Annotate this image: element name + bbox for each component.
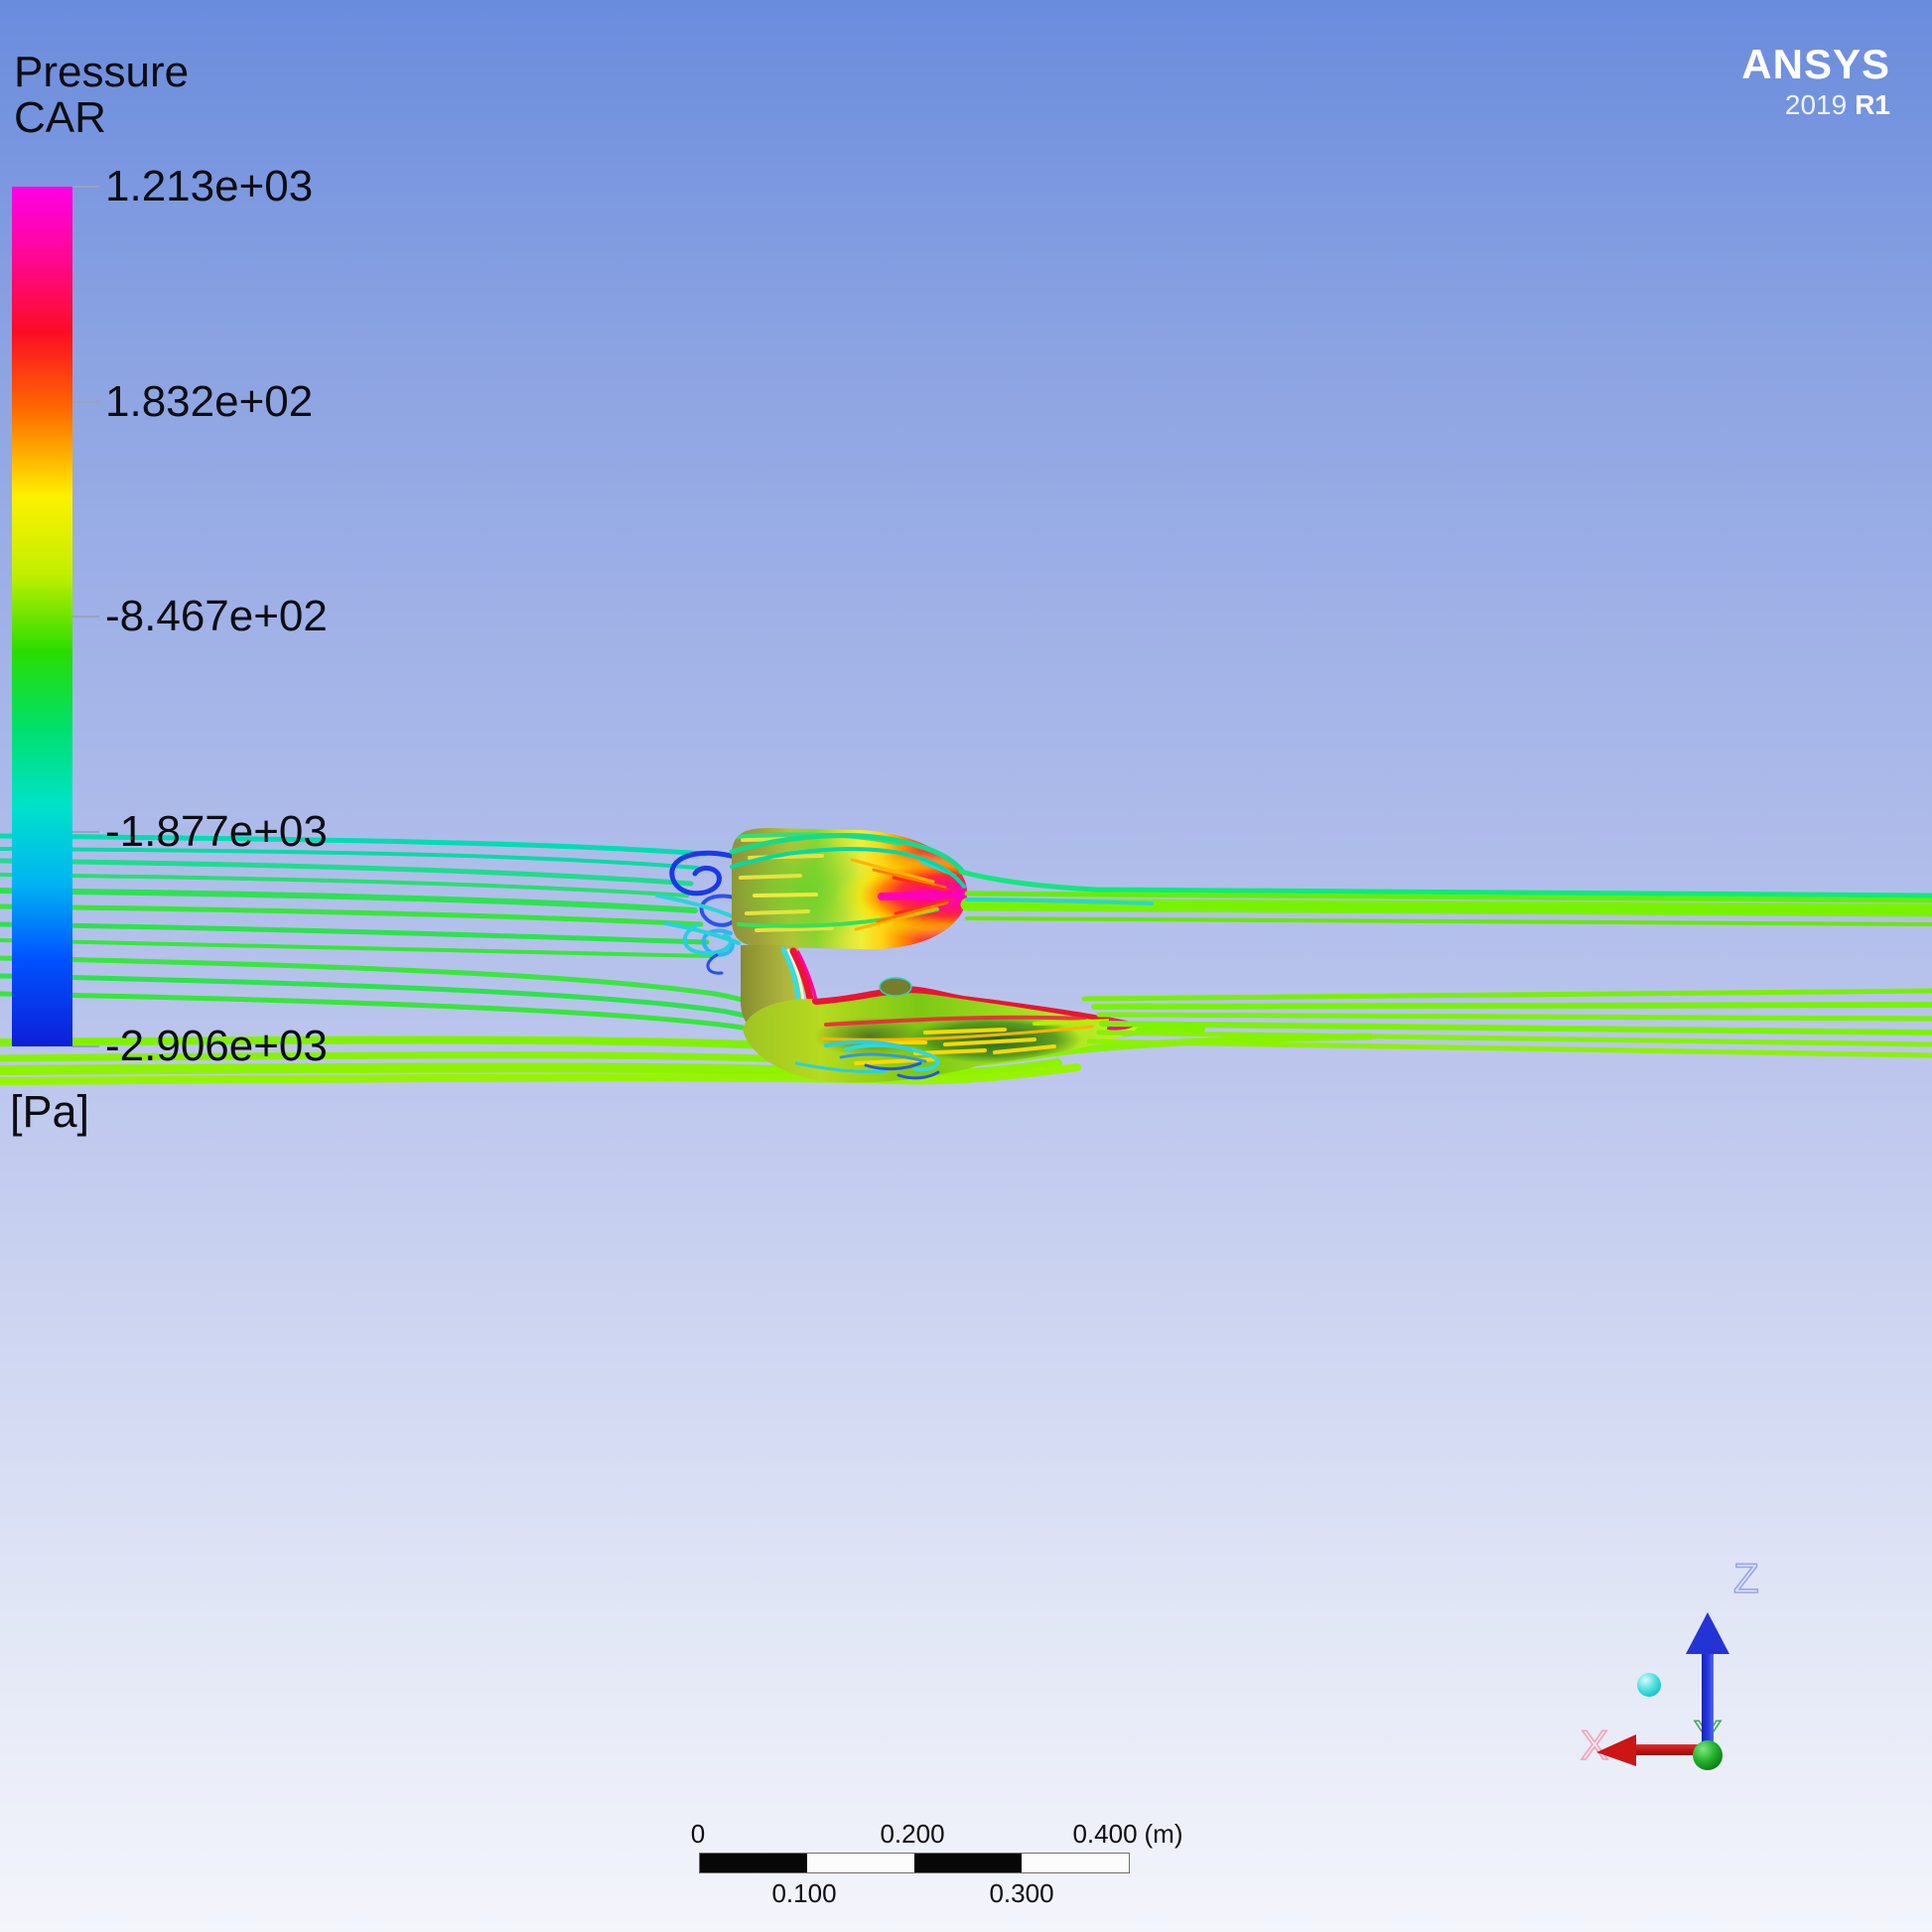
tick-label: -2.906e+03	[105, 1022, 328, 1071]
ansys-wordmark: ANSYS	[1741, 44, 1890, 85]
ansys-3d-viewport[interactable]: Z X Y Pressure CAR 1.213e+03 1.832e+02 -8.…	[0, 0, 1932, 1932]
tick-mark	[72, 616, 99, 618]
axis-z-arrowhead	[1686, 1612, 1729, 1654]
tick-label: 1.832e+02	[105, 377, 313, 427]
ruler-label: 0.200	[880, 1819, 944, 1850]
tick-mark	[72, 831, 99, 833]
ruler-segment	[914, 1854, 1022, 1872]
tick-mark	[72, 186, 99, 188]
ruler-label: 0.100	[771, 1878, 836, 1909]
streak	[757, 928, 832, 930]
streamline	[967, 918, 1932, 924]
ruler-label: 0.400	[1072, 1819, 1137, 1850]
streamline	[1102, 1024, 1932, 1033]
mirror-dome	[880, 978, 911, 996]
pressure-legend: Pressure CAR 1.213e+03 1.832e+02 -8.467e+0…	[0, 0, 417, 1172]
streamline	[967, 904, 1932, 910]
tick-label: -8.467e+02	[105, 592, 328, 641]
car-upper-body	[723, 828, 1068, 949]
tick-label: -1.877e+03	[105, 807, 328, 857]
axis-reference-sphere	[1637, 1673, 1661, 1697]
version-release: R1	[1855, 89, 1890, 120]
ruler-segment	[1022, 1854, 1129, 1872]
streak	[747, 911, 808, 913]
streak	[741, 876, 800, 878]
ansys-version: 2019 R1	[1741, 89, 1890, 121]
streamline	[961, 872, 1932, 896]
legend-title: Pressure	[14, 50, 189, 95]
streamline	[1084, 991, 1932, 999]
streamline	[1099, 1015, 1932, 1019]
ruler-segment	[807, 1854, 914, 1872]
ansys-logo: ANSYS 2019 R1	[1741, 44, 1890, 121]
ruler-label: 0.300	[989, 1878, 1053, 1909]
legend-object-name: CAR	[14, 95, 106, 141]
version-year: 2019	[1785, 89, 1847, 120]
ruler-segment	[700, 1854, 807, 1872]
outgoing-streamlines-lower	[1084, 991, 1932, 1055]
axis-triad: Z X Y	[1581, 1555, 1759, 1770]
axis-x-label: X	[1581, 1722, 1608, 1768]
ruler-bar	[699, 1853, 1130, 1873]
ruler-unit: (m)	[1145, 1819, 1183, 1850]
streak	[755, 895, 816, 896]
ruler-label: 0	[691, 1819, 705, 1850]
axis-z-label: Z	[1733, 1555, 1759, 1601]
outgoing-streamlines-upper	[961, 872, 1932, 924]
scale-ruler: 0 0.200 0.400 (m) 0.100 0.300	[675, 1817, 1231, 1926]
streamline	[1094, 1005, 1932, 1007]
tick-label: 1.213e+03	[105, 162, 313, 211]
tick-mark	[72, 1045, 99, 1047]
streamline	[672, 853, 739, 894]
stagnation-core	[882, 895, 963, 897]
colorbar-ticks: 1.213e+031.832e+02-8.467e+02-1.877e+03-2…	[0, 187, 417, 1046]
legend-unit: [Pa]	[10, 1086, 89, 1138]
tick-mark	[72, 401, 99, 403]
axis-origin-sphere	[1693, 1740, 1723, 1770]
